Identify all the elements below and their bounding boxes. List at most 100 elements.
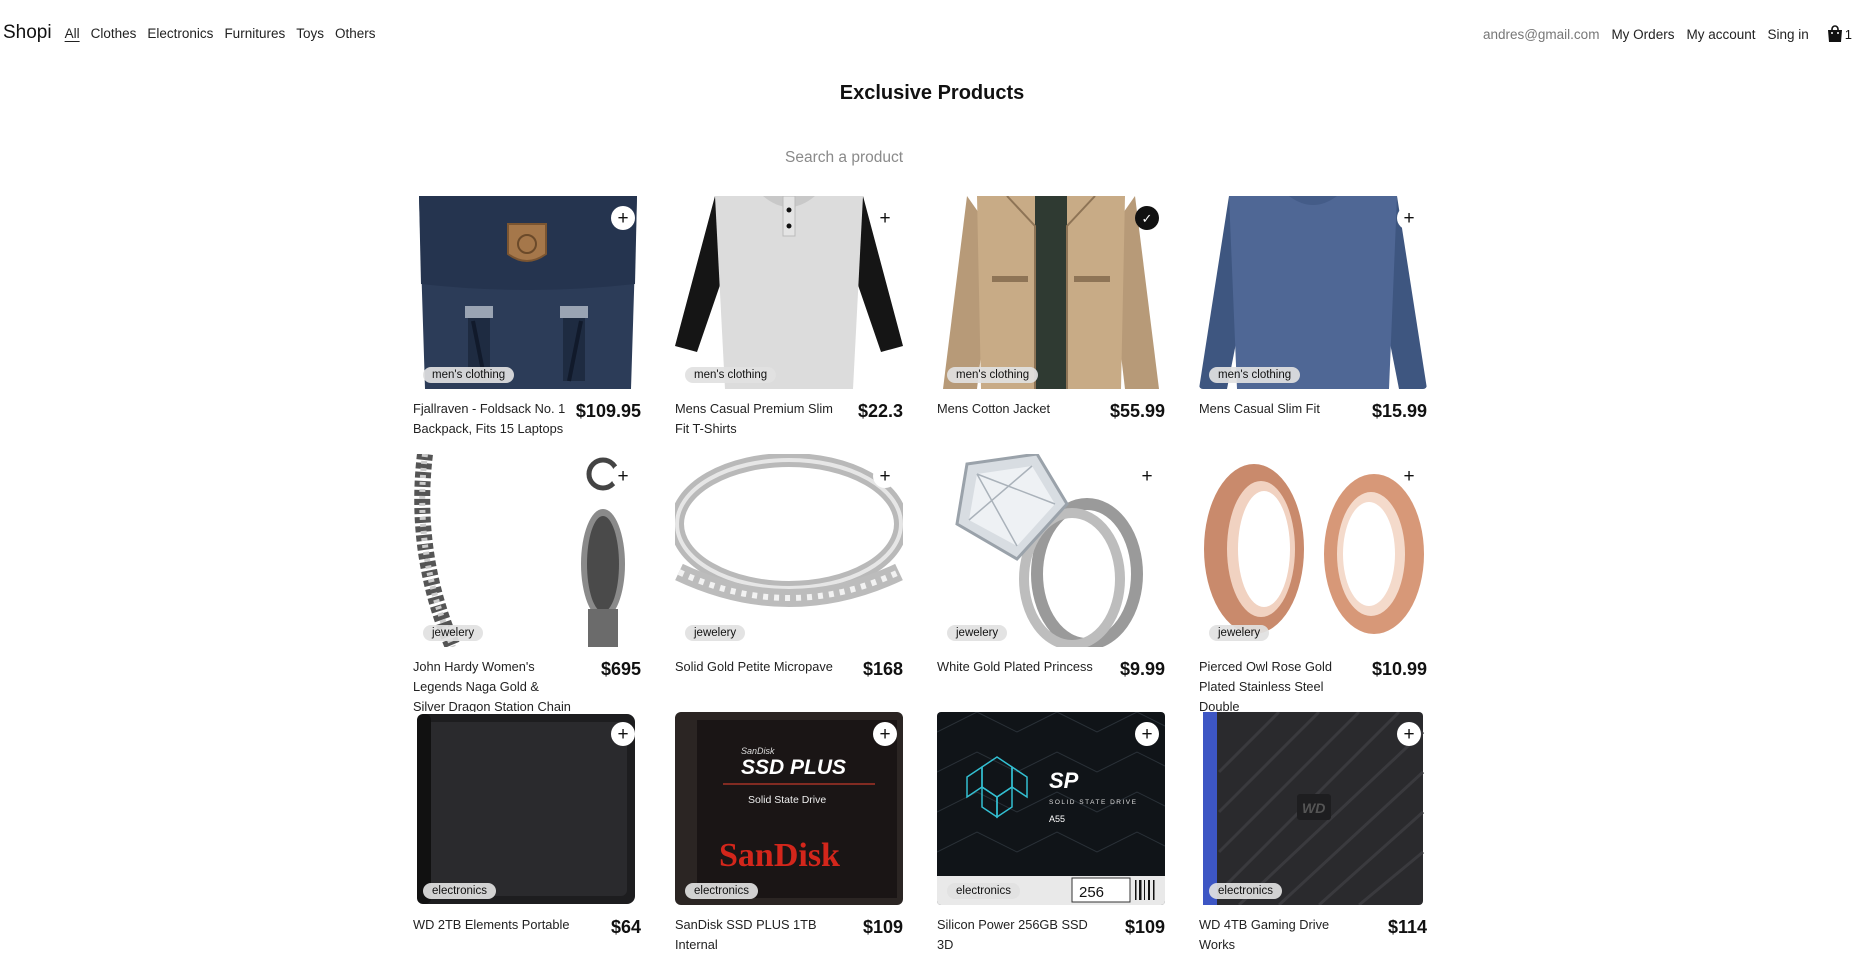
sandisk-sub: Solid State Drive xyxy=(748,794,826,806)
ssd-icon: SanDisk SSD PLUS Solid State Drive SanDi… xyxy=(675,712,903,905)
add-to-cart-button[interactable]: + xyxy=(611,722,635,746)
nav-link-others[interactable]: Others xyxy=(335,26,376,41)
product-name: Silicon Power 256GB SSD 3D xyxy=(937,917,1088,952)
category-badge: men's clothing xyxy=(423,367,515,383)
nav-link-toys[interactable]: Toys xyxy=(296,26,324,41)
bracelet-icon xyxy=(413,454,641,647)
product-price: $64 xyxy=(610,917,641,937)
add-to-cart-button[interactable]: + xyxy=(611,464,635,488)
product-grid: men's clothing + Fjallraven - Foldsack N… xyxy=(413,196,1431,970)
nav-link-clothes[interactable]: Clothes xyxy=(91,26,137,41)
category-badge: electronics xyxy=(685,883,758,899)
category-badge: jewelery xyxy=(947,625,1008,641)
category-badge: men's clothing xyxy=(1209,367,1301,383)
product-price: $109 xyxy=(1124,917,1165,937)
sandisk-logo: SanDisk xyxy=(719,837,840,874)
product-card[interactable]: men's clothing + Mens Casual Slim Fit $1… xyxy=(1199,196,1427,454)
category-badge: men's clothing xyxy=(685,367,777,383)
my-orders-link[interactable]: My Orders xyxy=(1611,27,1674,42)
category-badge: jewelery xyxy=(685,625,746,641)
product-image: jewelery + xyxy=(1199,454,1427,647)
sp-sub: SOLID STATE DRIVE xyxy=(1049,799,1137,806)
cart-button[interactable]: 1 xyxy=(1825,24,1852,44)
cart-count: 1 xyxy=(1844,26,1852,42)
product-image: men's clothing ✓ xyxy=(937,196,1165,389)
tunnel-plugs-icon xyxy=(1199,454,1427,647)
nav-left: Shopi All Clothes Electronics Furnitures… xyxy=(3,22,387,44)
search-input[interactable] xyxy=(783,143,1087,173)
product-image: jewelery + xyxy=(413,454,641,647)
category-badge: electronics xyxy=(1209,883,1282,899)
wd-logo: WD xyxy=(1302,800,1325,816)
add-to-cart-button[interactable]: + xyxy=(611,206,635,230)
product-name: Fjallraven - Foldsack No. 1 Backpack, Fi… xyxy=(413,401,566,436)
nav-right: andres@gmail.com My Orders My account Si… xyxy=(1483,24,1852,44)
product-price: $10.99 xyxy=(1371,659,1427,679)
add-to-cart-button[interactable]: + xyxy=(1135,464,1159,488)
product-image: SanDisk SSD PLUS Solid State Drive SanDi… xyxy=(675,712,903,905)
backpack-icon xyxy=(413,196,641,389)
product-name: Mens Cotton Jacket xyxy=(937,401,1051,416)
product-card[interactable]: men's clothing + Fjallraven - Foldsack N… xyxy=(413,196,641,454)
nav-link-all[interactable]: All xyxy=(65,26,80,41)
add-to-cart-button[interactable]: + xyxy=(873,206,897,230)
product-price: $109 xyxy=(862,917,903,937)
product-image: jewelery + xyxy=(937,454,1165,647)
shopping-bag-icon xyxy=(1827,25,1842,42)
product-name: SanDisk SSD PLUS 1TB Internal xyxy=(675,917,817,952)
product-card[interactable]: jewelery + Solid Gold Petite Micropave $… xyxy=(675,454,903,712)
ssd-sp-icon: SP SOLID STATE DRIVE A55 256 xyxy=(937,712,1165,905)
added-check-button[interactable]: ✓ xyxy=(1135,206,1159,230)
add-to-cart-button[interactable]: + xyxy=(1397,206,1421,230)
product-name: Mens Casual Slim Fit xyxy=(1199,401,1320,416)
diamond-ring-icon xyxy=(937,454,1165,647)
product-name: WD 2TB Elements Portable xyxy=(413,917,570,932)
add-to-cart-button[interactable]: + xyxy=(1135,722,1159,746)
add-to-cart-button[interactable]: + xyxy=(1397,722,1421,746)
page-title: Exclusive Products xyxy=(839,82,1025,104)
product-image: men's clothing + xyxy=(675,196,903,389)
product-card[interactable]: jewelery + Pierced Owl Rose Gold Plated … xyxy=(1199,454,1427,714)
product-name: White Gold Plated Princess xyxy=(937,659,1093,674)
product-card[interactable]: SanDisk SSD PLUS Solid State Drive SanDi… xyxy=(675,712,903,970)
product-card[interactable]: electronics + WD 2TB Elements Portable $… xyxy=(413,712,641,970)
product-image: jewelery + xyxy=(675,454,903,647)
nav-link-electronics[interactable]: Electronics xyxy=(147,26,213,41)
gaming-drive-icon: WD xyxy=(1199,712,1427,905)
add-to-cart-button[interactable]: + xyxy=(873,464,897,488)
add-to-cart-button[interactable]: + xyxy=(873,722,897,746)
product-image: electronics + xyxy=(413,712,641,905)
product-price: $9.99 xyxy=(1119,659,1165,679)
product-price: $22.3 xyxy=(857,401,903,421)
sandisk-brand-small: SanDisk xyxy=(741,746,775,756)
navbar: Shopi All Clothes Electronics Furnitures… xyxy=(0,0,1864,66)
product-card[interactable]: men's clothing ✓ Mens Cotton Jacket $55.… xyxy=(937,196,1165,454)
product-image: men's clothing + xyxy=(413,196,641,389)
product-image: SP SOLID STATE DRIVE A55 256 electronics… xyxy=(937,712,1165,905)
product-card[interactable]: WD electronics + WD 4TB Gaming Drive Wor… xyxy=(1199,712,1427,970)
product-card[interactable]: jewelery + John Hardy Women's Legends Na… xyxy=(413,454,641,734)
brand-logo[interactable]: Shopi xyxy=(3,22,52,44)
my-account-link[interactable]: My account xyxy=(1686,27,1755,42)
product-name: WD 4TB Gaming Drive Works xyxy=(1199,917,1330,952)
product-name: Mens Casual Premium Slim Fit T-Shirts xyxy=(675,401,833,436)
sp-model: A55 xyxy=(1049,814,1065,824)
category-badge: electronics xyxy=(947,883,1020,899)
add-to-cart-button[interactable]: + xyxy=(1397,464,1421,488)
product-price: $109.95 xyxy=(575,401,641,421)
sign-in-link[interactable]: Sing in xyxy=(1767,27,1808,42)
product-name: Solid Gold Petite Micropave xyxy=(675,659,833,674)
nav-link-furnitures[interactable]: Furnitures xyxy=(224,26,285,41)
product-card[interactable]: men's clothing + Mens Casual Premium Sli… xyxy=(675,196,903,454)
longsleeve-icon xyxy=(1199,196,1427,389)
product-card[interactable]: SP SOLID STATE DRIVE A55 256 electronics… xyxy=(937,712,1165,970)
product-price: $55.99 xyxy=(1109,401,1165,421)
sp-logo: SP xyxy=(1049,768,1079,793)
product-card[interactable]: jewelery + White Gold Plated Princess $9… xyxy=(937,454,1165,712)
sp-capacity: 256 xyxy=(1079,884,1104,901)
product-image: men's clothing + xyxy=(1199,196,1427,389)
ring-band-icon xyxy=(675,454,903,647)
product-price: $114 xyxy=(1387,917,1427,937)
product-price: $168 xyxy=(862,659,903,679)
tshirt-icon xyxy=(675,196,903,389)
